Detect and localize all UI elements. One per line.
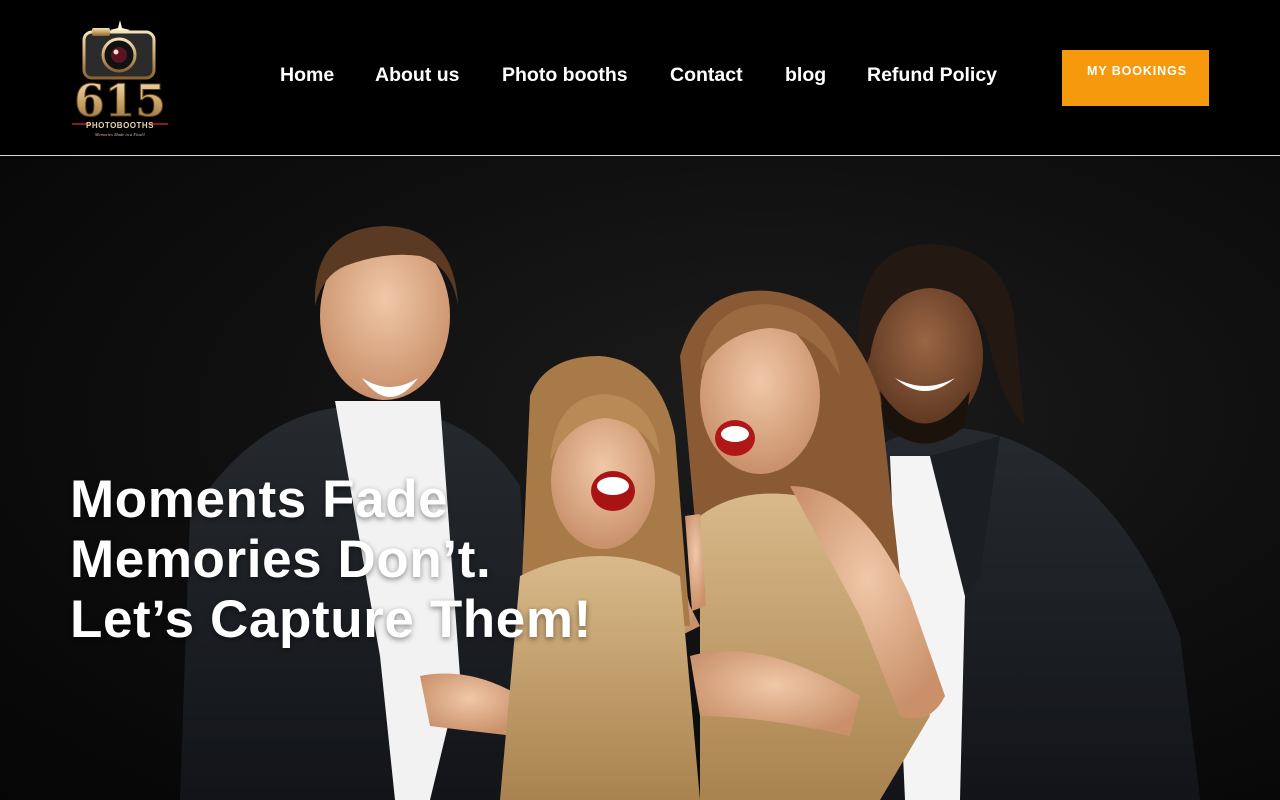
hero-headline: Moments Fade Memories Don’t. Let’s Captu… (70, 470, 592, 650)
nav-link-home[interactable]: Home (280, 64, 334, 87)
hero-headline-line-2: Memories Don’t. (70, 530, 492, 589)
logo-number: 615 (74, 76, 166, 127)
site-header: 615 PHOTOBOOTHS Memories Made in a Flash… (0, 0, 1280, 156)
site-logo[interactable]: 615 PHOTOBOOTHS Memories Made in a Flash… (68, 20, 172, 140)
logo-wordmark: PHOTOBOOTHS (85, 121, 155, 130)
hero-section: Moments Fade Memories Don’t. Let’s Captu… (0, 156, 1280, 800)
nav-link-refund-policy[interactable]: Refund Policy (867, 64, 997, 87)
hero-headline-line-3: Let’s Capture Them! (70, 590, 592, 649)
nav-link-contact[interactable]: Contact (670, 64, 743, 87)
hero-headline-line-1: Moments Fade (70, 470, 449, 529)
nav-link-blog[interactable]: blog (785, 64, 826, 87)
nav-link-about-us[interactable]: About us (375, 64, 459, 87)
logo-tagline: Memories Made in a Flash! (94, 132, 146, 137)
my-bookings-label: MY BOOKINGS (1087, 64, 1187, 78)
nav-link-photo-booths[interactable]: Photo booths (502, 64, 628, 87)
my-bookings-button[interactable]: MY BOOKINGS (1062, 50, 1209, 106)
